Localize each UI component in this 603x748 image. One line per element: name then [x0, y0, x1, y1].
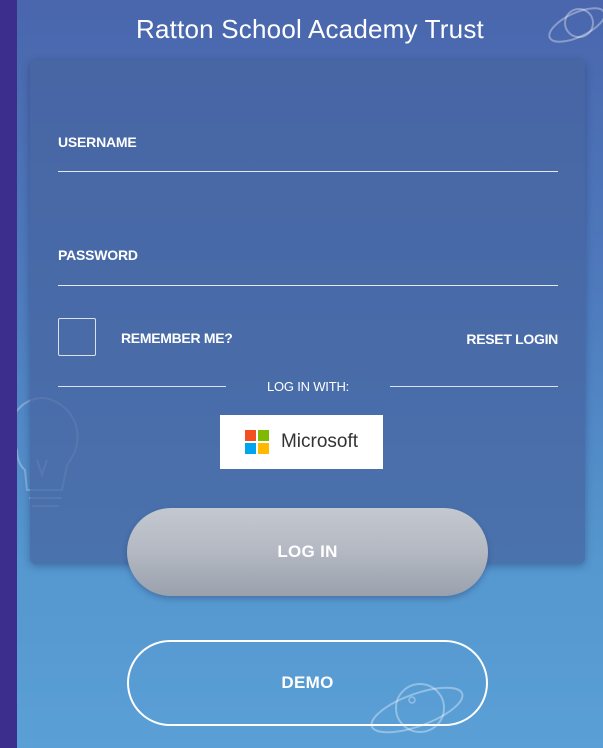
microsoft-button-label: Microsoft [280, 431, 359, 452]
remember-me-checkbox[interactable] [58, 318, 96, 356]
divider-line-left [58, 386, 226, 387]
username-input[interactable] [58, 132, 562, 174]
divider-line-right [390, 386, 558, 387]
remember-me-label: REMEMBER ME? [121, 330, 233, 346]
log-in-button[interactable]: LOG IN [127, 508, 488, 596]
microsoft-logo-icon [244, 430, 269, 454]
demo-button[interactable]: DEMO [127, 640, 488, 726]
microsoft-login-button[interactable]: Microsoft [220, 415, 383, 469]
page-title: Ratton School Academy Trust [136, 14, 484, 44]
reset-login-link[interactable]: RESET LOGIN [466, 331, 558, 347]
outer-background-edge [0, 0, 17, 748]
password-underline [58, 285, 558, 286]
username-underline [58, 171, 558, 172]
password-input[interactable] [58, 245, 562, 287]
login-with-divider-text: LOG IN WITH: [266, 379, 350, 394]
